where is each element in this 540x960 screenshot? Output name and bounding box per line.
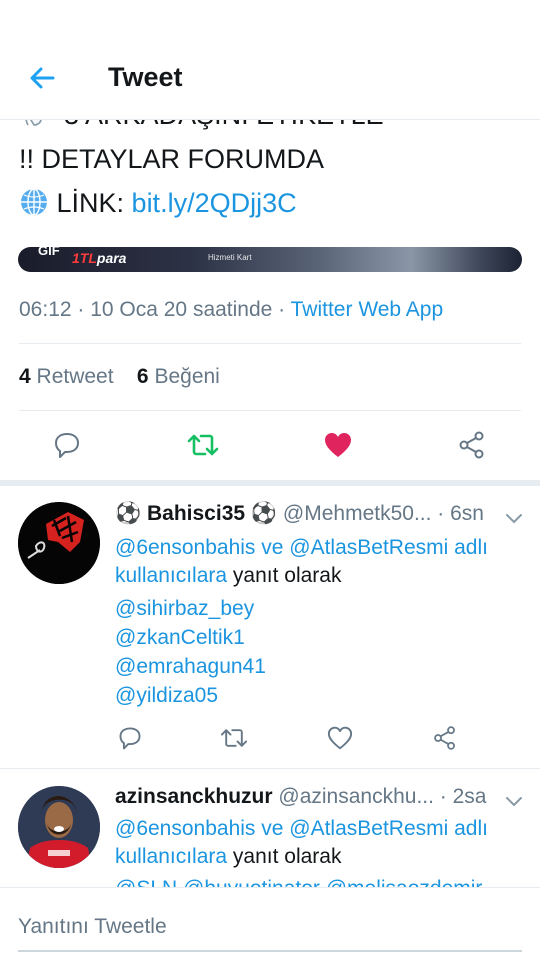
share-button[interactable] <box>425 718 465 758</box>
share-icon <box>459 431 484 459</box>
avatar[interactable] <box>18 786 100 868</box>
retweet-count-link[interactable]: 4 Retweet <box>19 365 114 388</box>
avatar[interactable] <box>18 502 100 584</box>
page-title: Tweet <box>108 62 183 92</box>
mention-link[interactable]: @sihirbaz_bey <box>115 597 254 621</box>
reply-author-name[interactable]: azinsanckhuzur <box>115 785 273 808</box>
globe-icon <box>21 188 47 216</box>
chevron-down-icon[interactable] <box>502 506 526 530</box>
reply-author-name[interactable]: Bahisci35 <box>147 502 245 525</box>
reply-icon <box>55 433 79 458</box>
tweet-media-gif[interactable]: GIF 1TLpara Hizmeti Kart <box>18 247 522 272</box>
reply-author-handle: @Mehmetk50... <box>282 502 432 525</box>
reply-context: @6ensonbahis ve @AtlasBetResmi adlı <box>115 536 488 559</box>
share-button[interactable] <box>452 425 492 465</box>
reply-button[interactable] <box>110 718 150 758</box>
retweet-button[interactable] <box>183 425 223 465</box>
reply-context-2: kullanıcılara yanıt olarak <box>115 564 342 587</box>
back-button[interactable] <box>22 58 62 98</box>
tweet-counts: 4 Retweet 6 Beğeni <box>19 365 220 389</box>
tweet-link[interactable]: bit.ly/2QDjj3C <box>132 188 297 218</box>
tweet-meta: 06:12 · 10 Oca 20 saatinde · Twitter Web… <box>19 298 443 322</box>
retweet-button[interactable] <box>214 718 254 758</box>
mention-link[interactable]: @emrahagun41 <box>115 655 266 679</box>
mention-link[interactable]: @zkanCeltik1 <box>115 626 245 650</box>
chevron-down-icon[interactable] <box>502 789 526 813</box>
mention-link[interactable]: @SLN @huyuotinator @melisaozdemir <box>115 877 482 887</box>
like-button[interactable] <box>320 718 360 758</box>
avatar-image <box>18 502 100 584</box>
divider <box>19 410 521 411</box>
like-count-link[interactable]: 6 Beğeni <box>137 365 220 388</box>
reply-header: azinsanckhuzur @azinsanckhu... · 2sa <box>115 785 486 809</box>
gif-badge: GIF <box>38 247 60 258</box>
reply-tweet[interactable]: ⚽ Bahisci35 ⚽ @Mehmetk50... · 6sn @6enso… <box>0 486 540 766</box>
retweet-icon <box>187 434 219 456</box>
heart-outline-icon <box>327 726 353 750</box>
reply-context-2: kullanıcılara yanıt olarak <box>115 845 342 868</box>
media-caption: Hizmeti Kart <box>208 253 252 262</box>
tweet-actions <box>0 425 540 469</box>
heart-filled-icon <box>325 433 351 457</box>
mention-link[interactable]: @yildiza05 <box>115 684 218 708</box>
divider <box>19 343 521 344</box>
reply-header: ⚽ Bahisci35 ⚽ @Mehmetk50... · 6sn <box>115 502 484 526</box>
avatar-image <box>18 786 100 868</box>
reply-time: · 2sa <box>439 785 487 808</box>
reply-compose-bar: Yanıtını Tweetle <box>0 887 540 960</box>
reply-tweet[interactable]: azinsanckhuzur @azinsanckhu... · 2sa @6e… <box>0 769 540 887</box>
tweet-text-line-3: LİNK: bit.ly/2QDjj3C <box>19 187 297 219</box>
reply-button[interactable] <box>47 425 87 465</box>
reply-context: @6ensonbahis ve @AtlasBetResmi adlı <box>115 817 488 840</box>
reply-author-handle: @azinsanckhu... <box>278 785 434 808</box>
top-bar: Tweet <box>0 0 540 120</box>
share-icon <box>434 726 455 750</box>
media-brand: 1TLpara <box>72 250 127 266</box>
reply-input[interactable]: Yanıtını Tweetle <box>18 912 522 952</box>
tweet-time: 06:12 · 10 Oca 20 saatinde · <box>19 298 291 321</box>
reply-icon <box>119 727 141 750</box>
like-button[interactable] <box>318 425 358 465</box>
reply-actions <box>0 724 540 764</box>
link-prefix: LİNK: <box>56 188 132 218</box>
tweet-source[interactable]: Twitter Web App <box>291 298 444 321</box>
arrow-left-icon <box>30 67 55 89</box>
reply-time: · 6sn <box>437 502 484 525</box>
soccer-ball-icon: ⚽ <box>115 502 142 525</box>
tweet-text-2: !! DETAYLAR FORUMDA <box>19 144 325 174</box>
retweet-icon <box>220 729 248 747</box>
soccer-ball-icon: ⚽ <box>250 502 278 525</box>
